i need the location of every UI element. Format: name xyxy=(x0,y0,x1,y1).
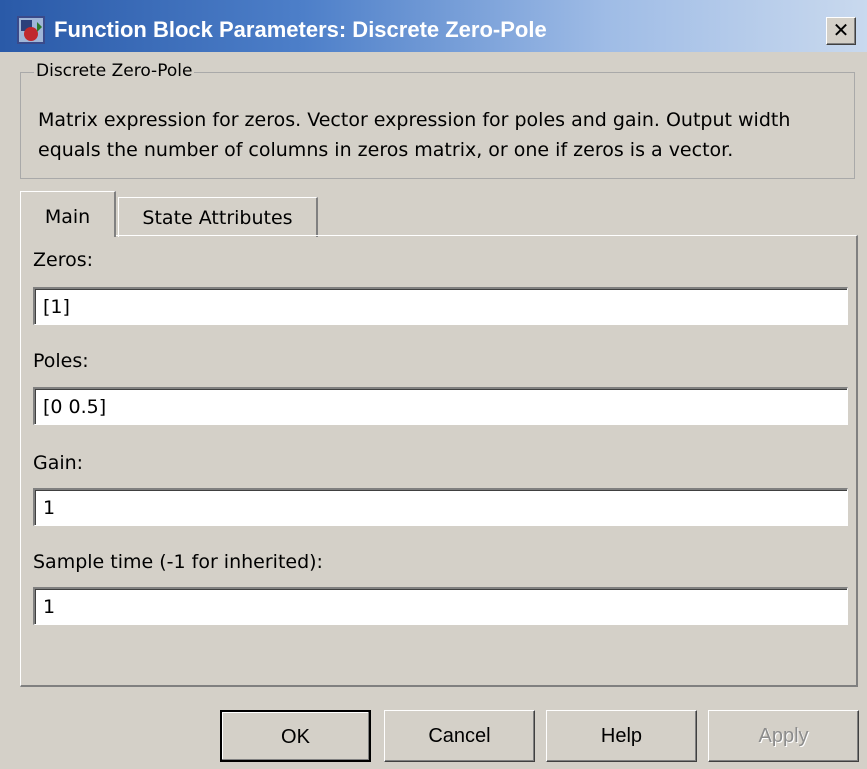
sample-time-input[interactable]: 1 xyxy=(33,587,848,625)
apply-button[interactable]: Apply xyxy=(708,710,859,762)
gain-label: Gain: xyxy=(33,452,84,474)
title-bar[interactable]: Function Block Parameters: Discrete Zero… xyxy=(0,0,867,52)
close-button[interactable]: ✕ xyxy=(826,17,856,45)
block-description: Matrix expression for zeros. Vector expr… xyxy=(38,109,791,161)
group-legend: Discrete Zero-Pole xyxy=(34,61,195,81)
sample-time-label: Sample time (-1 for inherited): xyxy=(33,551,323,573)
ok-button[interactable]: OK xyxy=(220,710,371,762)
tab-main[interactable]: Main xyxy=(20,191,116,237)
help-button[interactable]: Help xyxy=(546,710,697,762)
poles-label: Poles: xyxy=(33,350,89,372)
tab-state-attributes[interactable]: State Attributes xyxy=(118,197,318,237)
close-icon: ✕ xyxy=(832,18,850,42)
zeros-input[interactable]: [1] xyxy=(33,287,848,325)
zeros-label: Zeros: xyxy=(33,249,94,271)
simulink-block-icon xyxy=(17,16,45,44)
gain-input[interactable]: 1 xyxy=(33,488,848,526)
window-title: Function Block Parameters: Discrete Zero… xyxy=(54,17,547,42)
poles-input[interactable]: [0 0.5] xyxy=(33,387,848,425)
cancel-button[interactable]: Cancel xyxy=(384,710,535,762)
